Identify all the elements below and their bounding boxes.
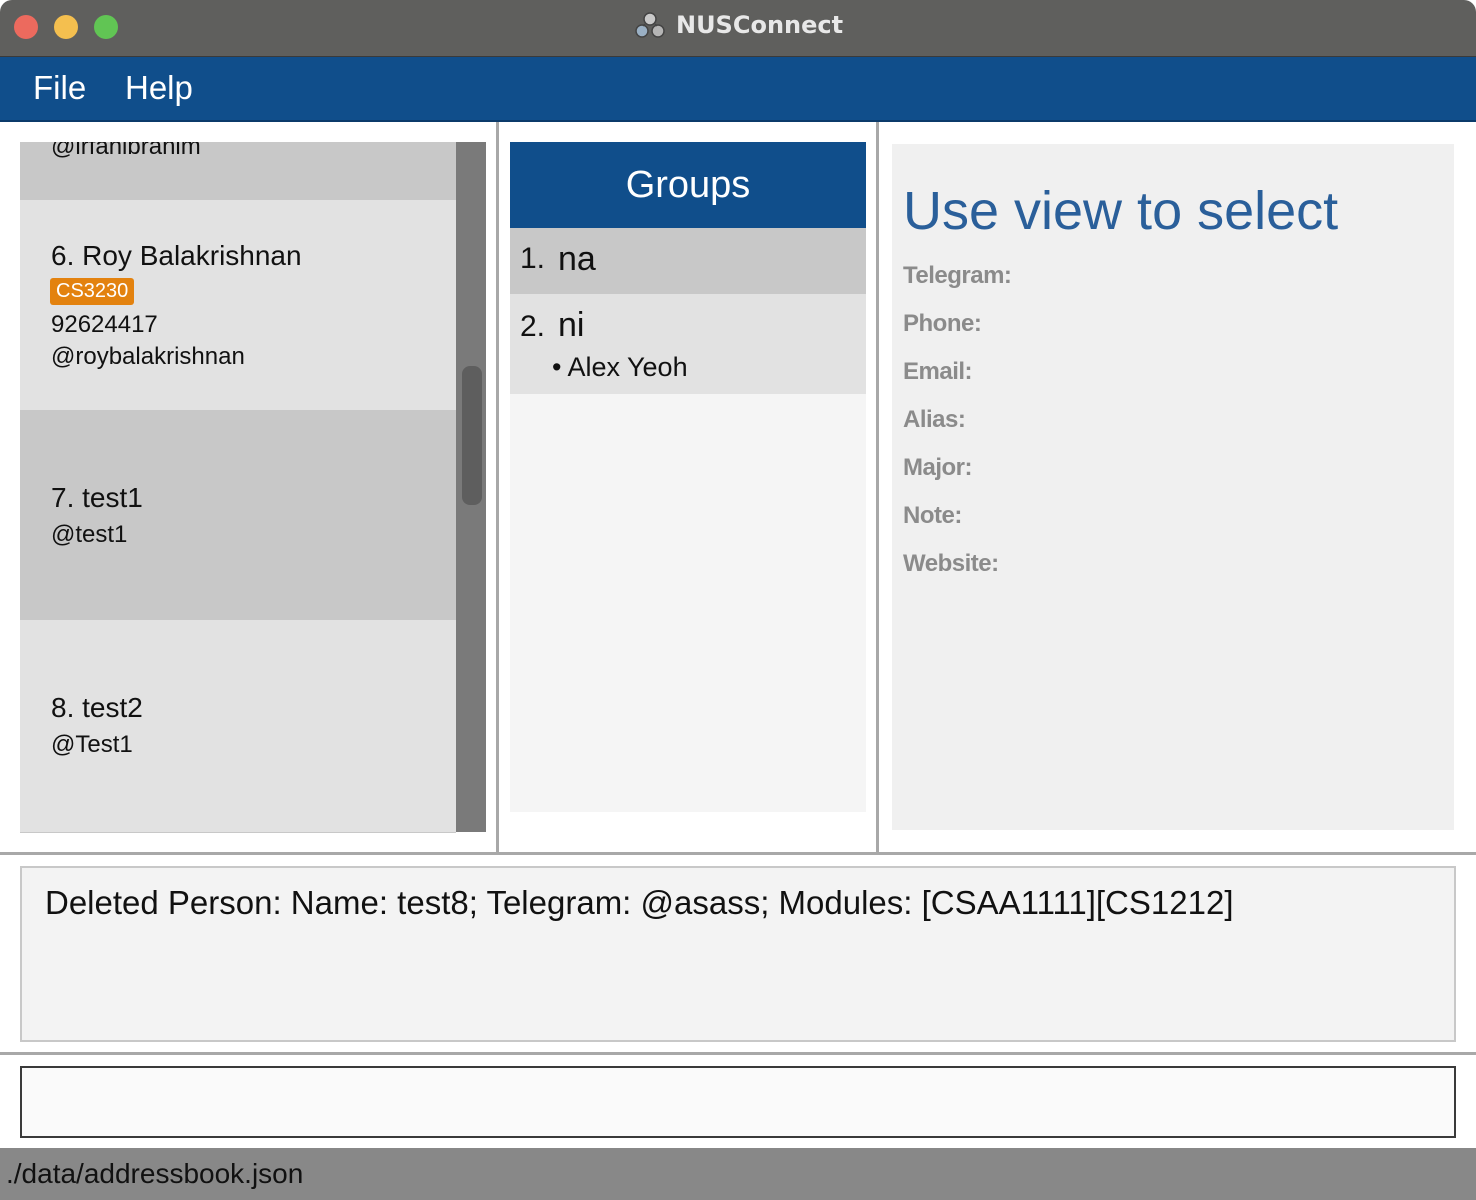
person-card-name: 7. test1 — [51, 482, 143, 513]
person-card-name: 8. test2 — [51, 692, 143, 723]
window-title: NUSConnect — [675, 11, 844, 39]
group-item[interactable]: 2. ni • Alex Yeoh — [510, 294, 866, 394]
group-name: ni — [558, 306, 585, 344]
pane-divider-horizontal-top[interactable] — [0, 852, 1476, 855]
telegram-label: Telegram: — [903, 262, 1012, 289]
person-card[interactable]: 7. test1 @test1 — [20, 410, 456, 620]
group-index: 2. — [520, 310, 546, 343]
person-card-name: 6. Roy Balakrishnan — [51, 240, 302, 271]
person-list-scrollbar-thumb[interactable] — [462, 366, 482, 505]
person-card-telegram: @roybalakrishnan — [51, 343, 245, 370]
person-card-telegram: @Test1 — [51, 731, 133, 758]
groups-panel: Groups 1. na 2. ni • Alex Yeoh — [510, 142, 866, 812]
person-card-telegram: @test1 — [51, 521, 128, 548]
groups-header: Groups — [510, 142, 866, 228]
alias-label: Alias: — [903, 406, 966, 433]
pane-divider-horizontal-bottom[interactable] — [0, 1052, 1476, 1055]
group-member: • Alex Yeoh — [552, 352, 688, 382]
phone-label: Phone: — [903, 310, 982, 337]
details-heading: Use view to select — [903, 181, 1339, 241]
command-input[interactable] — [20, 1066, 1456, 1138]
status-bar: ./data/addressbook.json — [0, 1148, 1476, 1200]
person-card-partial[interactable]: @irfanibrahim — [20, 142, 456, 200]
module-tag: CS3230 — [50, 278, 135, 305]
group-item[interactable]: 1. na — [510, 228, 866, 294]
result-display[interactable]: Deleted Person: Name: test8; Telegram: @… — [20, 866, 1456, 1042]
pane-divider-left[interactable] — [496, 122, 499, 852]
window-title-wrap: NUSConnect — [0, 8, 1476, 42]
person-details-panel: Use view to select Telegram: Phone: Emai… — [892, 144, 1454, 830]
person-card[interactable]: 6. Roy Balakrishnan CS3230 92624417 @roy… — [20, 200, 456, 410]
save-location: ./data/addressbook.json — [6, 1158, 304, 1189]
website-label: Website: — [903, 550, 999, 577]
app-icon — [633, 8, 667, 42]
group-name: na — [558, 240, 596, 278]
person-card[interactable]: 8. test2 @Test1 — [20, 620, 456, 832]
result-message: Deleted Person: Name: test8; Telegram: @… — [45, 884, 1234, 921]
email-label: Email: — [903, 358, 973, 385]
menu-help[interactable]: Help — [125, 69, 193, 107]
person-card-phone: 92624417 — [51, 311, 158, 338]
person-list[interactable]: @irfanibrahim 6. Roy Balakrishnan CS3230… — [20, 142, 456, 833]
note-label: Note: — [903, 502, 962, 529]
window-titlebar: NUSConnect — [0, 0, 1476, 57]
person-card-telegram: @irfanibrahim — [51, 142, 201, 160]
menu-file[interactable]: File — [33, 69, 86, 107]
pane-divider-right[interactable] — [876, 122, 879, 852]
menu-bar: File Help — [0, 57, 1476, 122]
major-label: Major: — [903, 454, 973, 481]
group-index: 1. — [520, 242, 546, 275]
